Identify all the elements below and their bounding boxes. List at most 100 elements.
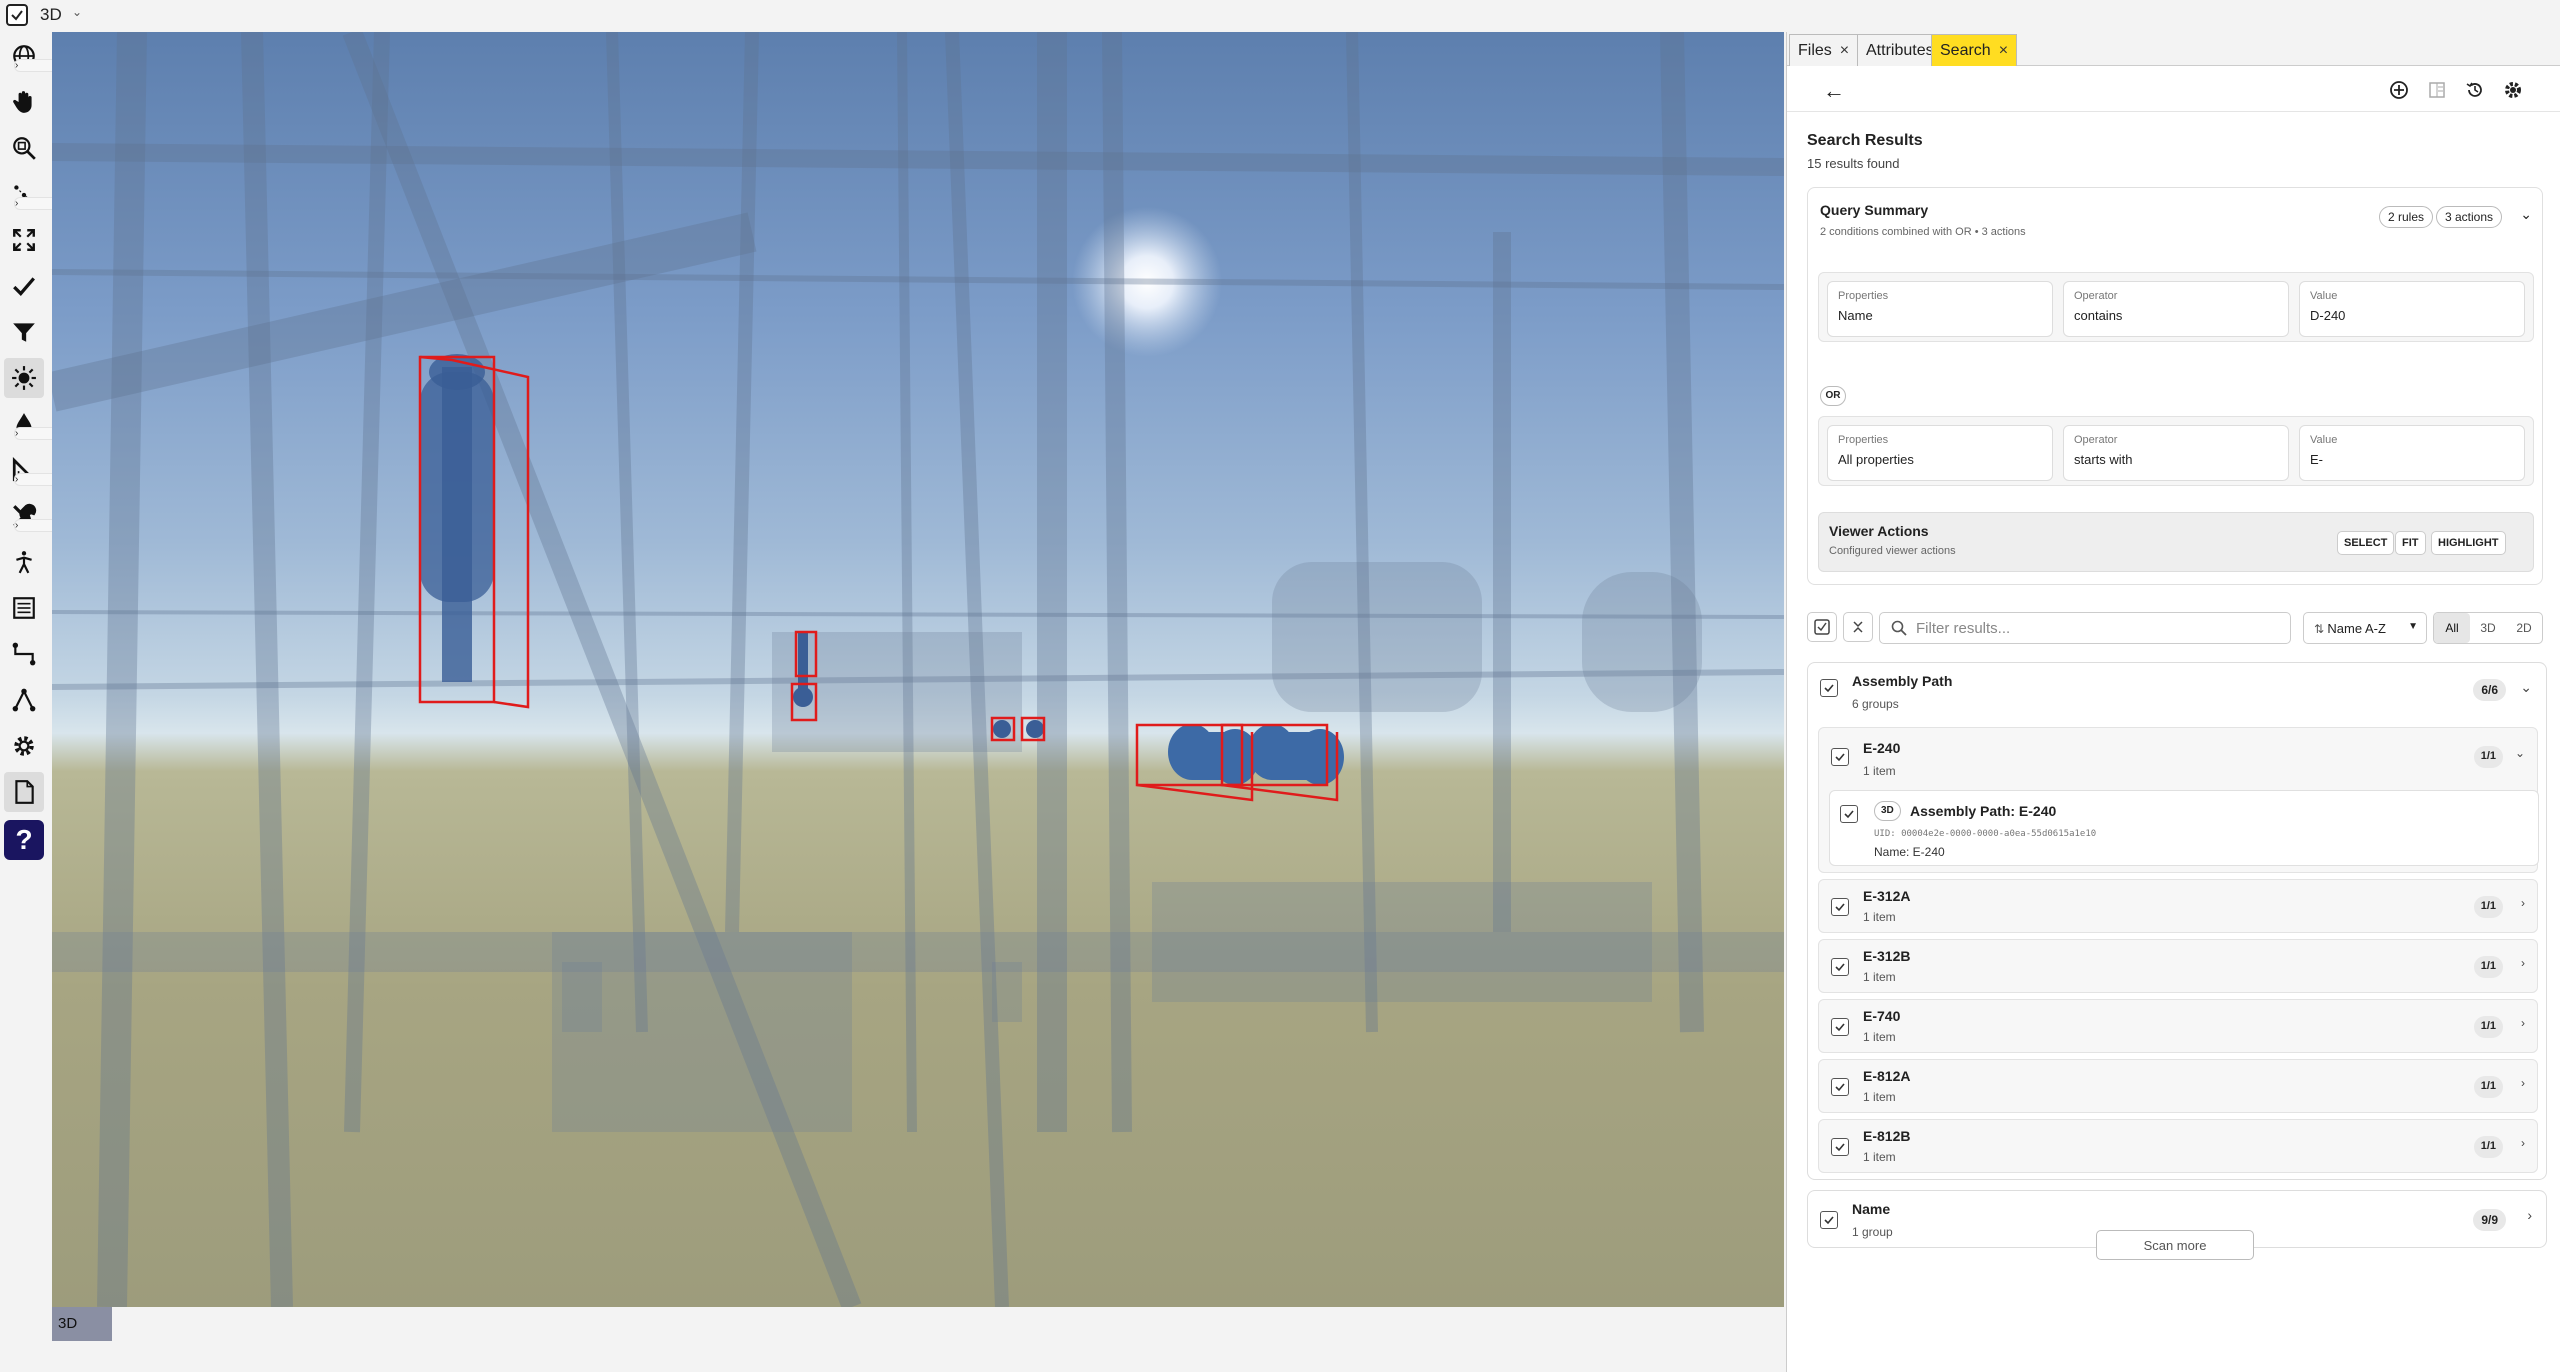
rule-value-field[interactable]: Value D-240	[2299, 281, 2525, 337]
subgroup-checkbox[interactable]	[1831, 1018, 1849, 1036]
walk-tool[interactable]	[4, 542, 44, 582]
tools-tool[interactable]: ›	[4, 496, 734, 536]
gear-icon[interactable]	[2501, 78, 2525, 102]
close-icon[interactable]: ×	[1840, 42, 1849, 60]
settings-tool[interactable]	[4, 726, 44, 766]
subgroup-e-740[interactable]: E-740 1 item 1/1 ›	[1818, 999, 2538, 1053]
group-checkbox[interactable]	[1820, 1211, 1838, 1229]
select-tool[interactable]	[4, 266, 44, 306]
subgroup-checkbox[interactable]	[1831, 898, 1849, 916]
rule-value-field[interactable]: Value E-	[2299, 425, 2525, 481]
group-checkbox[interactable]	[1820, 679, 1838, 697]
subgroup-e-240[interactable]: E-240 1 item 1/1 ⌄ 3D Assembly Path: E-2…	[1818, 727, 2539, 873]
subgroup-e-812b[interactable]: E-812B 1 item 1/1 ›	[1818, 1119, 2538, 1173]
rule-property-field[interactable]: Properties Name	[1827, 281, 2053, 337]
search-results-title: Search Results	[1807, 132, 1923, 149]
structure-blocks	[52, 562, 1784, 1132]
field-value: E-	[2310, 452, 2323, 467]
tab-attributes[interactable]: Attributes	[1857, 34, 1943, 66]
action-fit-badge: FIT	[2395, 531, 2426, 555]
graph-tool[interactable]	[4, 680, 44, 720]
segment-3d[interactable]: 3D	[2470, 613, 2506, 643]
close-icon[interactable]: ×	[1999, 42, 2008, 60]
view-toggle-checkbox[interactable]	[6, 4, 28, 26]
segment-2d[interactable]: 2D	[2506, 613, 2542, 643]
rule-operator-field[interactable]: Operator contains	[2063, 281, 2289, 337]
back-arrow-icon[interactable]: ←	[1823, 78, 1845, 104]
subgroup-checkbox[interactable]	[1831, 1138, 1849, 1156]
result-item[interactable]: 3D Assembly Path: E-240 UID: 00004e2e-00…	[1829, 790, 2539, 866]
collapse-all-button[interactable]	[1843, 612, 1873, 642]
chevron-right-icon[interactable]: ›	[2521, 896, 2525, 910]
pan-tool[interactable]	[4, 82, 44, 122]
subgroup-e-812a[interactable]: E-812A 1 item 1/1 ›	[1818, 1059, 2538, 1113]
chevron-down-icon[interactable]: ⌄	[2520, 679, 2532, 696]
tab-search[interactable]: Search ×	[1931, 34, 2018, 66]
chevron-right-icon[interactable]: ›	[2521, 1076, 2525, 1090]
item-title: Assembly Path: E-240	[1910, 803, 2057, 819]
3d-viewport[interactable]	[52, 32, 1784, 1307]
chevron-right-icon[interactable]: ›	[2521, 956, 2525, 970]
item-uid: UID: 00004e2e-0000-0000-a0ea-55d0615a1e1…	[1874, 829, 2097, 839]
segment-all[interactable]: All	[2434, 613, 2470, 643]
panel-layout-icon[interactable]	[2425, 78, 2449, 102]
help-button[interactable]: ?	[4, 820, 44, 860]
chevron-right-icon[interactable]: ›	[2521, 1016, 2525, 1030]
rule-property-field[interactable]: Properties All properties	[1827, 425, 2053, 481]
chevron-down-icon[interactable]: ⌄	[72, 5, 82, 19]
rule-operator-field[interactable]: Operator starts with	[2063, 425, 2289, 481]
fit-tool[interactable]	[4, 220, 44, 260]
drop-tool[interactable]: ›	[4, 404, 734, 444]
subgroup-checkbox[interactable]	[1831, 748, 1849, 766]
group-title: Name	[1852, 1201, 1891, 1217]
scene-canvas	[52, 32, 1784, 1307]
globe-tool[interactable]: ›	[4, 36, 734, 76]
filter-results-input-wrap[interactable]	[1879, 612, 2291, 644]
history-icon[interactable]	[2463, 78, 2487, 102]
check-icon	[1835, 1083, 1845, 1092]
subgroup-title: E-740	[1863, 1008, 1901, 1024]
chevron-down-icon[interactable]: ⌄	[2520, 206, 2532, 223]
document-tool[interactable]	[4, 772, 44, 812]
list-tool[interactable]	[4, 588, 44, 628]
connector-tool[interactable]	[4, 634, 44, 674]
viewport-mode-tag: 3D	[52, 1307, 112, 1341]
subgroup-e-312a[interactable]: E-312A 1 item 1/1 ›	[1818, 879, 2538, 933]
subgroup-title: E-312A	[1863, 888, 1911, 904]
field-value: contains	[2074, 308, 2123, 323]
walk-icon	[16, 551, 32, 574]
scan-more-button[interactable]: Scan more	[2096, 1230, 2254, 1260]
subgroup-subtitle: 1 item	[1863, 1090, 1896, 1104]
view-mode-label[interactable]: 3D	[40, 5, 62, 25]
check-icon	[11, 10, 23, 21]
filter-tool[interactable]	[4, 312, 44, 352]
query-summary-title: Query Summary	[1820, 202, 1929, 218]
chevron-right-icon[interactable]: ›	[2527, 1207, 2532, 1223]
status-bar	[0, 1345, 1790, 1372]
subgroup-checkbox[interactable]	[1831, 1078, 1849, 1096]
tab-files[interactable]: Files ×	[1789, 34, 1859, 66]
chevron-right-icon[interactable]: ›	[2521, 1136, 2525, 1150]
zoom-region-tool[interactable]	[4, 128, 44, 168]
points-tool[interactable]: ›	[4, 174, 734, 214]
subgroup-checkbox[interactable]	[1831, 958, 1849, 976]
measure-tool[interactable]: ›	[4, 450, 734, 490]
sort-dropdown[interactable]: ⇅ Name A-Z ▼	[2303, 612, 2427, 644]
subgroup-e-312b[interactable]: E-312B 1 item 1/1 ›	[1818, 939, 2538, 993]
check-icon	[1835, 1023, 1845, 1032]
filter-results-input[interactable]	[1916, 617, 2276, 639]
light-tool[interactable]	[4, 358, 44, 398]
field-value: D-240	[2310, 308, 2346, 323]
result-group-assembly-path: Assembly Path 6 groups 6/6 ⌄ E-240 1 ite…	[1807, 662, 2547, 1180]
chevron-down-icon[interactable]: ⌄	[2515, 746, 2525, 760]
panel-header: ←	[1787, 68, 2560, 112]
subgroup-subtitle: 1 item	[1863, 910, 1896, 924]
item-checkbox[interactable]	[1840, 805, 1858, 823]
field-value: All properties	[1838, 452, 1914, 467]
select-all-button[interactable]	[1807, 612, 1837, 642]
add-circle-icon[interactable]	[2387, 78, 2411, 102]
field-label: Operator	[2074, 290, 2118, 302]
collapse-icon	[1853, 621, 1863, 633]
help-icon: ?	[15, 824, 33, 855]
subgroup-count-badge: 1/1	[2473, 956, 2503, 978]
